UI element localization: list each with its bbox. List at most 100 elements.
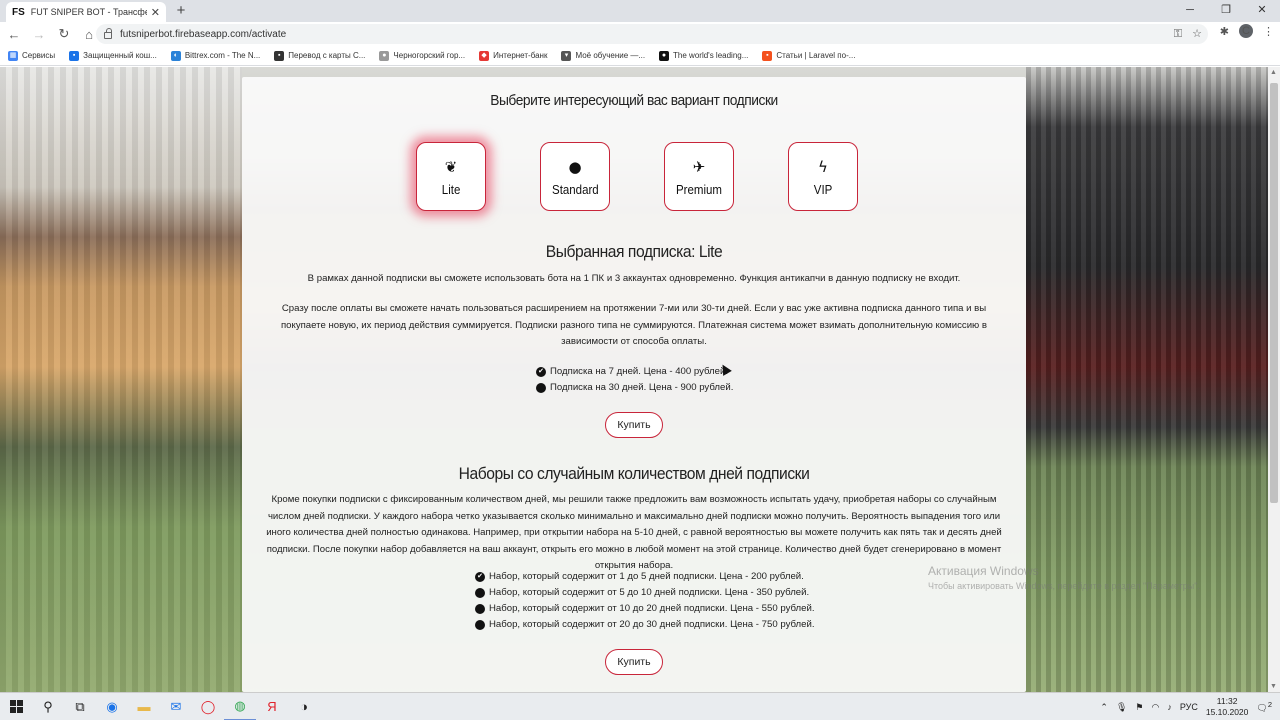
edge-icon[interactable]: ◉	[96, 693, 128, 720]
bookmark-star-icon[interactable]: ☆	[1192, 24, 1202, 44]
chrome-icon[interactable]: ◍	[224, 693, 256, 720]
mail-icon[interactable]: ✉	[160, 693, 192, 720]
bookmark-icon: ●	[379, 50, 390, 61]
close-window-icon[interactable]: ✕	[1244, 0, 1280, 22]
profile-avatar[interactable]: C	[1239, 24, 1253, 38]
bookmark-item[interactable]: ● Черногорский гор...	[379, 50, 465, 61]
radio-unchecked-icon[interactable]	[475, 588, 485, 598]
volume-icon[interactable]: ♪	[1167, 702, 1172, 712]
browser-toolbar: ← → ↻ ⌂ futsniperbot.firebaseapp.com/act…	[0, 22, 1280, 46]
page-scrollbar[interactable]: ▲ ▼	[1268, 67, 1280, 692]
windows-taskbar: ⚲ ⧉ ◉ ▬ ✉ ◯ ◍ Я ◑ ⌃ 🎙 ⚑ ◠ ♪ РУС 11:32 15…	[0, 692, 1280, 720]
opera-icon[interactable]: ◯	[192, 693, 224, 720]
apps-icon: ▦	[8, 50, 18, 61]
bookmark-item[interactable]: ▪ Перевод с карты С...	[274, 50, 365, 61]
bookmark-item[interactable]: ▦ Сервисы	[8, 50, 55, 61]
window-controls: ─ ❐ ✕	[1172, 0, 1280, 22]
plan-lite-button[interactable]: ❦ Lite	[416, 142, 486, 211]
bookmark-item[interactable]: ◐ Bittrex.com - The N...	[170, 50, 260, 61]
tab-bar: FS FUT SNIPER BOT - Трансферный ✕ + ─ ❐ …	[0, 0, 1280, 22]
subscription-option-30-days[interactable]: Подписка на 30 дней. Цена - 900 рублей.	[536, 380, 733, 396]
bookmarks-bar: ▦ Сервисы ▪ Защищенный кош... ◐ Bittrex.com…	[0, 46, 1280, 66]
bookmark-item[interactable]: ● The world's leading...	[659, 50, 748, 61]
radio-checked-icon[interactable]: ✔	[475, 572, 485, 582]
bookmark-icon: ▪	[274, 50, 285, 61]
start-button[interactable]	[0, 693, 32, 720]
new-tab-icon[interactable]: +	[172, 2, 190, 19]
extensions-icon[interactable]: ✱	[1220, 25, 1229, 38]
search-icon[interactable]: ⚲	[32, 693, 64, 720]
subscription-option-7-days[interactable]: ✔ Подписка на 7 дней. Цена - 400 рублей.	[536, 364, 733, 380]
page-title: Выберите интересующий вас вариант подпис…	[490, 92, 778, 109]
stadium-background-right	[1026, 67, 1268, 692]
bookmark-icon: ◐	[170, 50, 181, 61]
random-set-option-10-20[interactable]: Набор, который содержит от 10 до 20 дней…	[475, 601, 815, 617]
plan-vip-button[interactable]: ϟ VIP	[788, 142, 858, 211]
clock[interactable]: 11:32 15.10.2020	[1206, 696, 1249, 718]
payment-info-text: Сразу после оплаты вы сможете начать пол…	[280, 303, 988, 347]
minimize-icon[interactable]: ─	[1172, 0, 1208, 22]
wifi-icon[interactable]: ◠	[1151, 702, 1159, 713]
network-icon[interactable]: ⚑	[1135, 702, 1143, 713]
plan-selector: ❦ Lite ● Standard ✈ Premium ϟ VIP	[416, 142, 858, 211]
radio-unchecked-icon[interactable]	[536, 383, 546, 393]
plan-premium-button[interactable]: ✈ Premium	[664, 142, 734, 211]
buy-random-set-button[interactable]: Купить	[605, 649, 663, 675]
buy-subscription-button[interactable]: Купить	[605, 412, 663, 438]
radio-unchecked-icon[interactable]	[475, 620, 485, 630]
subscription-options: ✔ Подписка на 7 дней. Цена - 400 рублей.…	[536, 364, 733, 396]
bolt-icon: ϟ	[818, 157, 828, 176]
selected-plan-title: Выбранная подписка: Lite	[545, 242, 723, 261]
bookmark-item[interactable]: ▪ Защищенный кош...	[69, 50, 157, 61]
microphone-icon[interactable]: 🎙	[1116, 702, 1127, 713]
language-indicator[interactable]: РУС	[1180, 702, 1198, 712]
lock-icon[interactable]	[104, 28, 112, 39]
github-icon: ●	[659, 50, 670, 61]
key-icon[interactable]: ⚿	[1174, 24, 1182, 44]
browser-tab[interactable]: FS FUT SNIPER BOT - Трансферный ✕	[6, 2, 166, 22]
bookmark-icon: ▪	[69, 50, 80, 61]
scroll-down-icon[interactable]: ▼	[1270, 683, 1277, 690]
plane-icon: ✈	[692, 157, 706, 176]
random-set-option-5-10[interactable]: Набор, который содержит от 5 до 10 дней …	[475, 585, 815, 601]
reload-icon[interactable]: ↻	[53, 26, 75, 42]
radio-unchecked-icon[interactable]	[475, 604, 485, 614]
feather-icon: ❦	[444, 157, 458, 176]
task-view-icon[interactable]: ⧉	[64, 693, 96, 720]
maximize-icon[interactable]: ❐	[1208, 0, 1244, 22]
bookmark-item[interactable]: ◆ Интернет-банк	[479, 50, 547, 61]
lightbulb-icon: ●	[568, 157, 582, 176]
tab-title: FUT SNIPER BOT - Трансферный	[30, 7, 147, 17]
menu-icon[interactable]: ⋮	[1263, 25, 1274, 38]
plan-standard-button[interactable]: ● Standard	[540, 142, 610, 211]
random-sets-title: Наборы со случайным количеством дней под…	[458, 464, 810, 483]
bookmark-item[interactable]: ▪ Статьи | Laravel по-...	[762, 50, 855, 61]
notifications-icon[interactable]: 🗨2	[1256, 700, 1272, 714]
windows-logo-icon	[9, 700, 23, 713]
bookmark-item[interactable]: ▾ Моё обучение —...	[561, 50, 645, 61]
plan-label: VIP	[813, 182, 833, 197]
radio-checked-icon[interactable]: ✔	[536, 367, 546, 377]
tab-close-icon[interactable]: ✕	[151, 6, 160, 19]
file-explorer-icon[interactable]: ▬	[128, 693, 160, 720]
windows-activation-watermark: Активация Windows Чтобы активировать Win…	[928, 564, 1200, 591]
url-text: futsniperbot.firebaseapp.com/activate	[120, 28, 287, 40]
random-set-option-1-5[interactable]: ✔ Набор, который содержит от 1 до 5 дней…	[475, 569, 815, 585]
back-icon[interactable]: ←	[3, 27, 25, 42]
scroll-up-icon[interactable]: ▲	[1270, 69, 1277, 76]
obs-icon[interactable]: ◑	[288, 693, 320, 720]
plan-description: В рамках данной подписки вы сможете испо…	[307, 273, 961, 284]
shield-icon: ▾	[561, 50, 572, 61]
yandex-icon[interactable]: Я	[256, 693, 288, 720]
scroll-thumb[interactable]	[1270, 83, 1278, 503]
forward-icon[interactable]: →	[28, 27, 50, 42]
address-bar[interactable]: futsniperbot.firebaseapp.com/activate ⚿ …	[96, 24, 1208, 44]
random-set-option-20-30[interactable]: Набор, который содержит от 20 до 30 дней…	[475, 617, 815, 633]
random-sets-description: Кроме покупки подписки с фиксированным к…	[266, 494, 1002, 571]
chevron-up-icon[interactable]: ⌃	[1100, 702, 1108, 713]
plan-label: Premium	[675, 182, 722, 197]
bookmark-icon: ▪	[762, 50, 773, 61]
tab-favicon: FS	[12, 6, 25, 18]
random-set-options: ✔ Набор, который содержит от 1 до 5 дней…	[475, 569, 815, 633]
stadium-background-left	[0, 67, 242, 692]
